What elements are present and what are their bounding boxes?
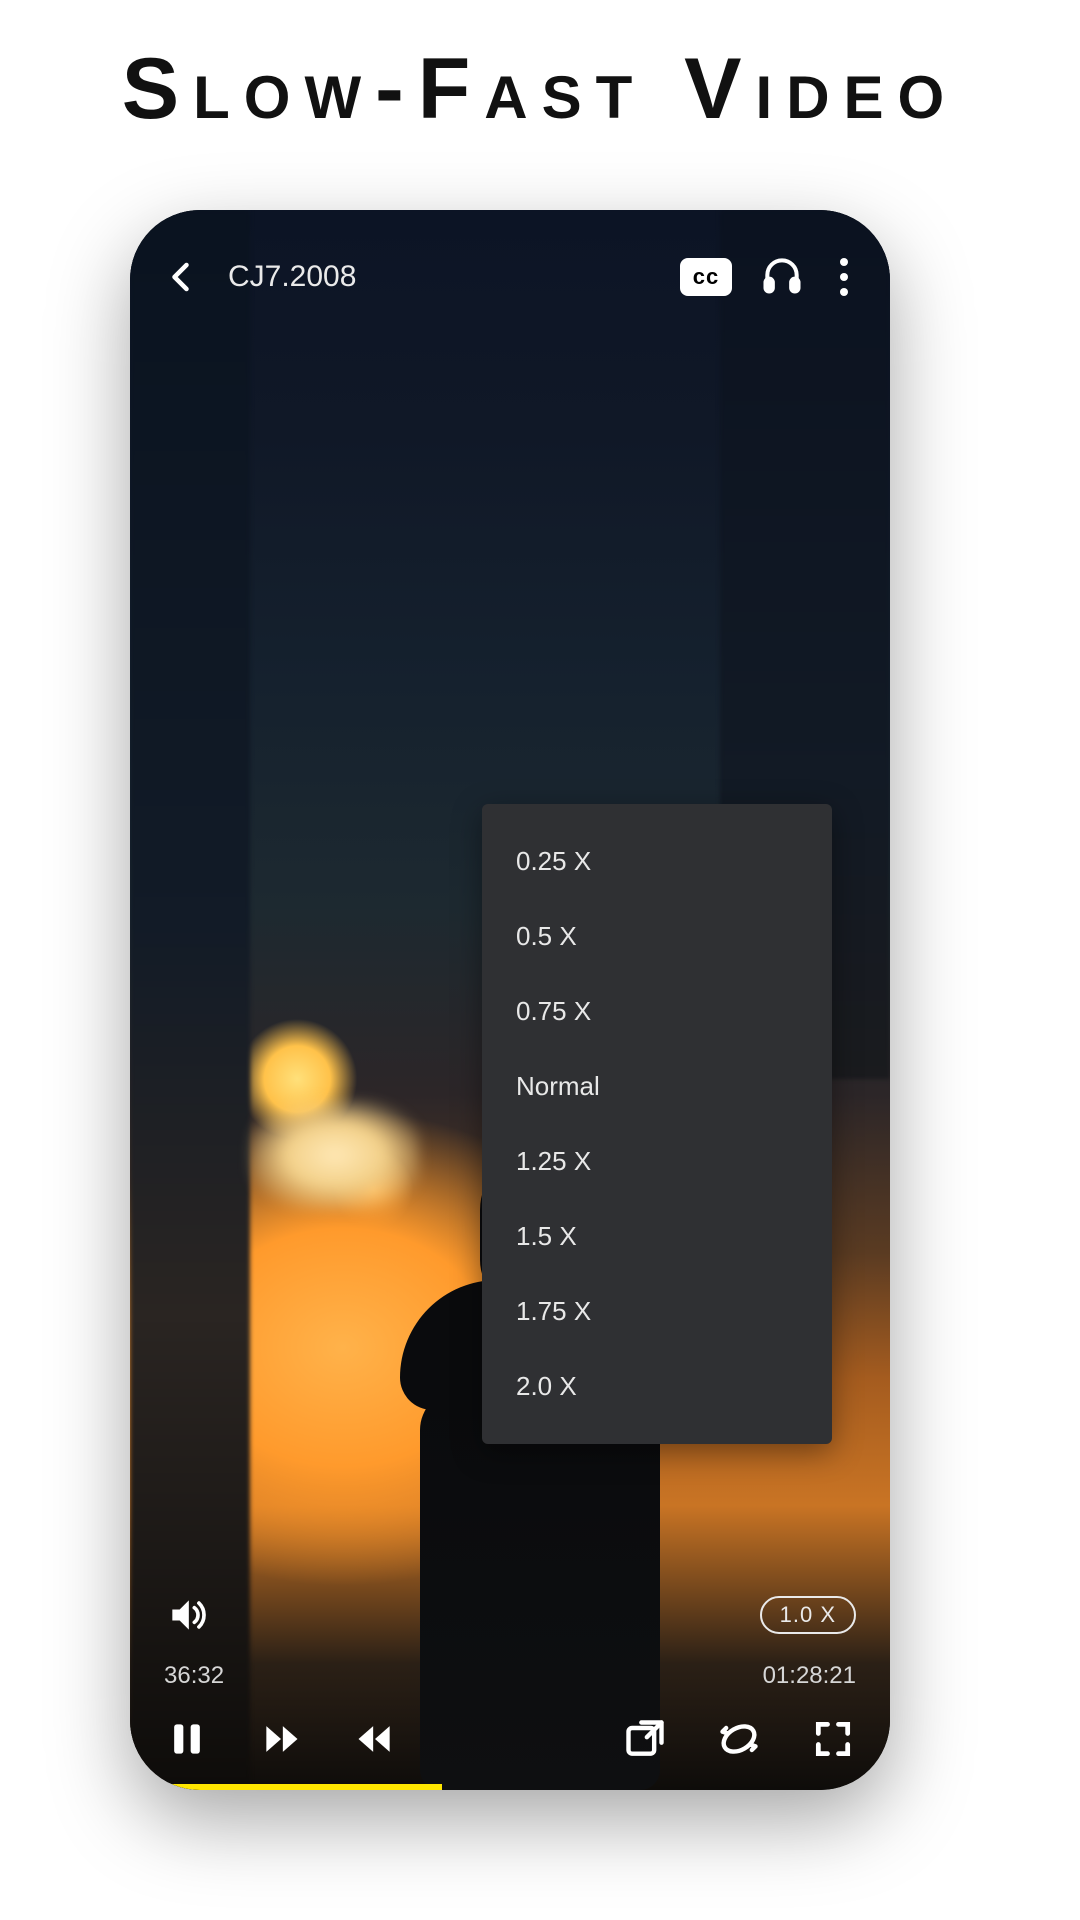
speed-option[interactable]: 0.25 X xyxy=(482,824,832,899)
page-title: Slow-Fast Video xyxy=(122,40,958,139)
cc-icon: cc xyxy=(680,258,732,296)
player-controls: 1.0 X 36:32 01:28:21 xyxy=(130,1592,890,1790)
chevron-left-icon xyxy=(164,259,200,295)
rotate-icon xyxy=(717,1717,761,1761)
video-title: CJ7.2008 xyxy=(228,260,356,294)
speed-option[interactable]: 1.75 X xyxy=(482,1274,832,1349)
captions-button[interactable]: cc xyxy=(680,254,732,300)
elapsed-time: 36:32 xyxy=(164,1662,224,1690)
speed-pill[interactable]: 1.0 X xyxy=(760,1596,856,1634)
volume-icon xyxy=(165,1593,209,1637)
external-window-icon xyxy=(623,1717,667,1761)
speed-option[interactable]: 1.25 X xyxy=(482,1124,832,1199)
fast-forward-button[interactable] xyxy=(258,1716,304,1762)
rewind-icon xyxy=(353,1717,397,1761)
audio-button[interactable] xyxy=(760,254,804,300)
fullscreen-icon xyxy=(811,1717,855,1761)
total-duration: 01:28:21 xyxy=(763,1662,856,1690)
player-topbar: CJ7.2008 cc xyxy=(130,244,890,310)
progress-bar[interactable] xyxy=(130,1784,890,1790)
speed-option[interactable]: Normal xyxy=(482,1049,832,1124)
rewind-button[interactable] xyxy=(352,1716,398,1762)
pause-icon xyxy=(165,1717,209,1761)
more-vert-icon xyxy=(840,258,848,266)
speed-option[interactable]: 0.75 X xyxy=(482,974,832,1049)
fullscreen-button[interactable] xyxy=(810,1716,856,1762)
pause-button[interactable] xyxy=(164,1716,210,1762)
fast-forward-icon xyxy=(259,1717,303,1761)
speed-option[interactable]: 2.0 X xyxy=(482,1349,832,1424)
back-button[interactable] xyxy=(164,254,200,300)
progress-fill xyxy=(130,1784,442,1790)
volume-button[interactable] xyxy=(164,1592,210,1638)
playback-speed-menu: 0.25 X 0.5 X 0.75 X Normal 1.25 X 1.5 X … xyxy=(482,804,832,1444)
speed-option[interactable]: 1.5 X xyxy=(482,1199,832,1274)
pip-button[interactable] xyxy=(622,1716,668,1762)
headphones-icon xyxy=(760,253,804,302)
phone-mockup: CJ7.2008 cc 0.25 X 0.5 X 0.75 X Normal 1… xyxy=(130,210,890,1790)
speed-option[interactable]: 0.5 X xyxy=(482,899,832,974)
more-button[interactable] xyxy=(832,254,856,300)
rotate-button[interactable] xyxy=(716,1716,762,1762)
